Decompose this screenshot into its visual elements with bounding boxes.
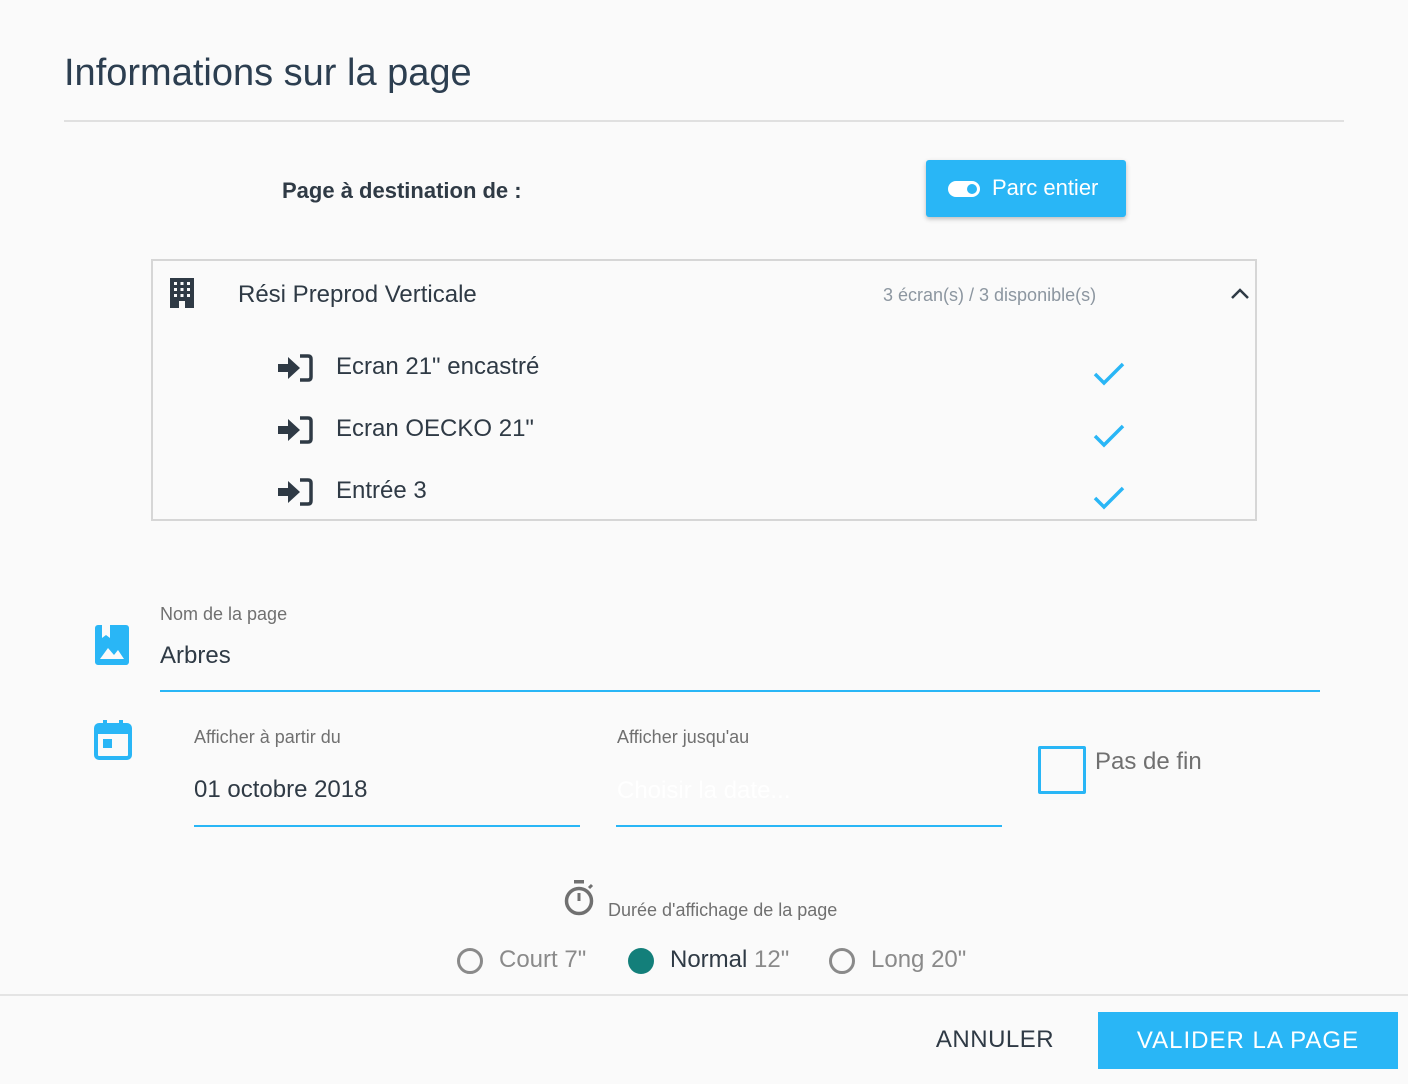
duration-option-normal[interactable]: Normal 12": [628, 946, 789, 976]
page-info-dialog: Informations sur la page Page à destinat…: [0, 0, 1408, 1084]
start-date-underline: [194, 825, 580, 827]
no-end-label[interactable]: Pas de fin: [1095, 748, 1202, 776]
page-name-field[interactable]: Arbres: [160, 642, 231, 670]
footer-divider: [0, 994, 1408, 996]
duration-option-name: Normal: [670, 946, 748, 973]
radio-checked-icon: [628, 948, 654, 974]
cancel-button[interactable]: ANNULER: [930, 1012, 1060, 1068]
start-date-label: Afficher à partir du: [194, 727, 341, 747]
screen-label: Ecran OECKO 21": [336, 415, 534, 442]
site-screen-count: 3 écran(s) / 3 disponible(s): [883, 285, 1097, 305]
destination-label: Page à destination de :: [282, 178, 522, 203]
check-icon: [1093, 486, 1125, 510]
chevron-up-icon[interactable]: [1229, 287, 1251, 301]
no-end-checkbox[interactable]: [1038, 746, 1086, 794]
start-date-field[interactable]: 01 octobre 2018: [194, 776, 367, 804]
duration-option-seconds: 20": [931, 946, 967, 973]
check-icon: [1093, 362, 1125, 386]
submit-button[interactable]: VALIDER LA PAGE: [1098, 1012, 1398, 1069]
sign-in-icon: [278, 354, 313, 382]
radio-icon: [457, 948, 483, 974]
end-date-field[interactable]: [617, 772, 1001, 810]
duration-option-seconds: 7": [564, 946, 587, 973]
calendar-icon: [94, 720, 132, 760]
title-divider: [64, 120, 1344, 122]
duration-label: Durée d'affichage de la page: [608, 900, 838, 920]
duration-option-text: Normal 12": [670, 946, 789, 974]
site-panel: Rési Preprod Verticale 3 écran(s) / 3 di…: [151, 259, 1257, 521]
check-icon: [1093, 424, 1125, 448]
toggle-on-icon: [948, 181, 980, 197]
image-bookmark-icon: [95, 625, 129, 665]
duration-option-text: Long 20": [871, 946, 966, 974]
page-name-underline: [160, 690, 1320, 692]
end-date-label: Afficher jusqu'au: [617, 727, 750, 747]
screen-label: Entrée 3: [336, 477, 427, 504]
screen-label: Ecran 21" encastré: [336, 353, 540, 380]
sign-in-icon: [278, 478, 313, 506]
parc-entier-label: Parc entier: [992, 175, 1099, 200]
screen-row[interactable]: Entrée 3: [278, 473, 1218, 513]
duration-option-text: Court 7": [499, 946, 586, 974]
duration-option-name: Long: [871, 946, 925, 973]
sign-in-icon: [278, 416, 313, 444]
page-name-label: Nom de la page: [160, 604, 288, 624]
dialog-title: Informations sur la page: [64, 52, 472, 94]
site-name: Rési Preprod Verticale: [238, 281, 477, 308]
duration-option-long[interactable]: Long 20": [829, 946, 969, 976]
parc-entier-button[interactable]: Parc entier: [926, 160, 1126, 217]
end-date-underline: [616, 825, 1002, 827]
screen-row[interactable]: Ecran OECKO 21": [278, 411, 1218, 451]
duration-option-seconds: 12": [754, 946, 790, 973]
timer-icon: [564, 880, 594, 916]
duration-option-name: Court: [499, 946, 558, 973]
screen-row[interactable]: Ecran 21" encastré: [278, 349, 1218, 389]
radio-icon: [829, 948, 855, 974]
duration-option-court[interactable]: Court 7": [457, 946, 587, 976]
building-icon: [170, 278, 194, 308]
